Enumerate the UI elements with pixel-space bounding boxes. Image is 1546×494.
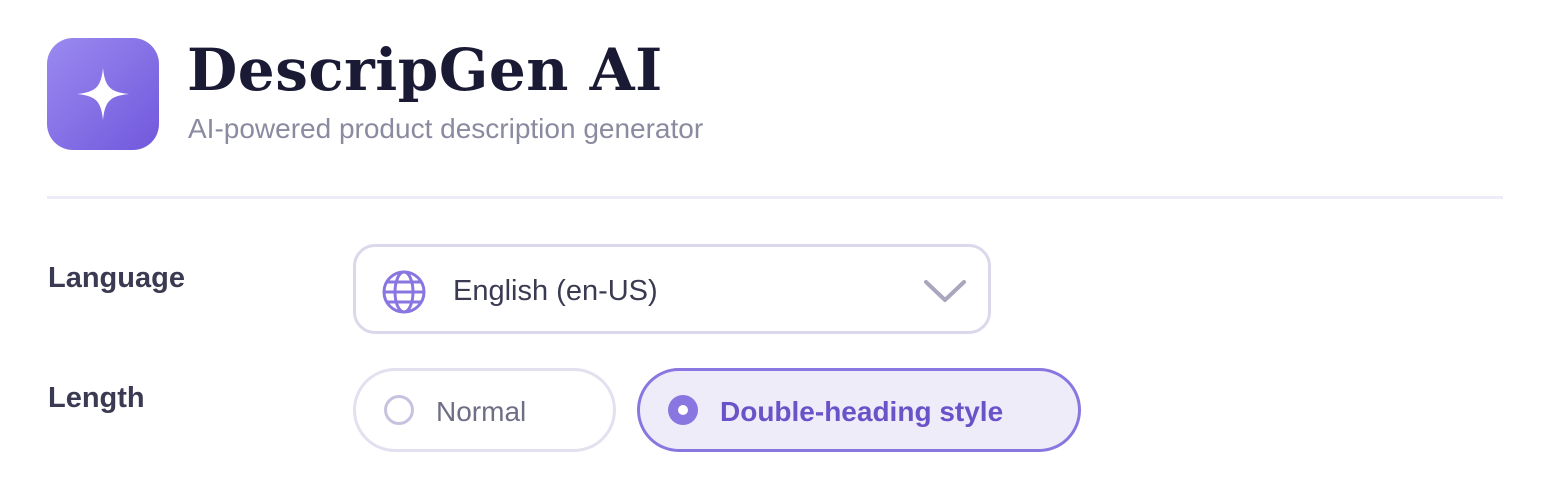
app-page: DescripGen AI AI-powered product descrip…	[0, 0, 1546, 494]
length-option-normal[interactable]: Normal	[353, 368, 616, 452]
header-divider	[47, 196, 1503, 199]
language-label: Language	[48, 262, 185, 294]
language-select[interactable]: English (en-US)	[353, 244, 991, 334]
length-option-double-heading[interactable]: Double-heading style	[637, 368, 1081, 452]
length-option-label: Double-heading style	[720, 396, 1004, 427]
length-label: Length	[48, 382, 145, 414]
chevron-down-icon	[922, 277, 968, 305]
sparkle-icon	[74, 65, 132, 123]
app-title: DescripGen AI	[187, 36, 663, 104]
globe-icon	[381, 269, 427, 315]
radio-checked-icon	[668, 395, 698, 425]
language-select-value: English (en-US)	[453, 275, 658, 307]
radio-unchecked-icon	[384, 395, 414, 425]
length-option-label: Normal	[436, 396, 527, 427]
app-subtitle: AI-powered product description generator	[188, 113, 704, 144]
app-logo	[47, 38, 159, 150]
